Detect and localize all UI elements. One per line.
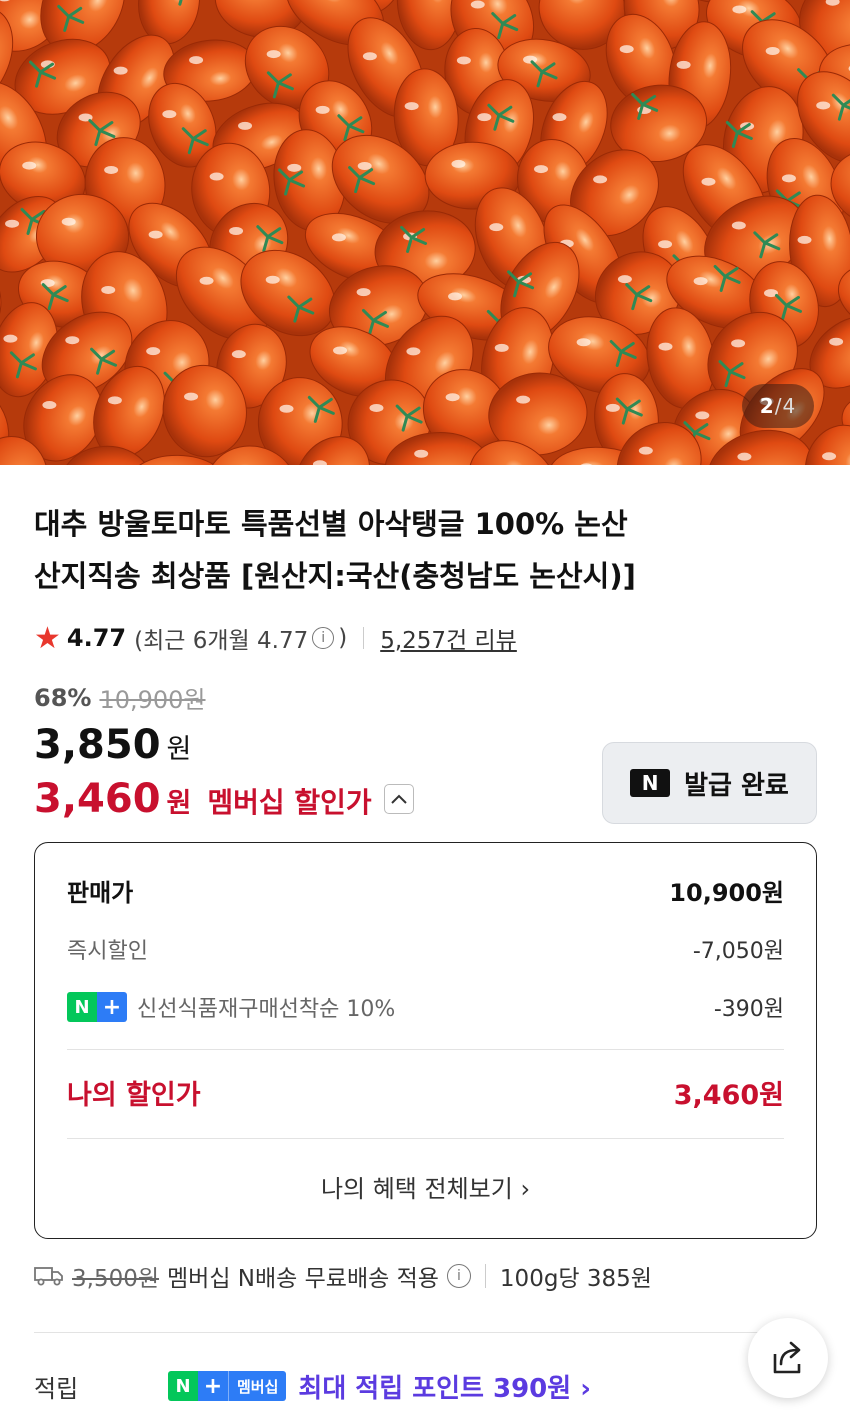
share-button[interactable] xyxy=(748,1318,828,1398)
truck-icon xyxy=(34,1267,63,1286)
breakdown-my-price-value: 3,460원 xyxy=(673,1080,784,1111)
image-counter-total: 4 xyxy=(782,394,797,418)
breakdown-sale-label: 판매가 xyxy=(67,879,134,907)
breakdown-coupon-value: -390원 xyxy=(713,997,784,1022)
discount-percent: 68% xyxy=(34,683,92,712)
breakdown-instant-value: -7,050원 xyxy=(692,939,784,964)
product-title-line2: 산지직송 최상품 [원산지:국산(충청남도 논산시)] xyxy=(34,559,636,593)
product-title-line1: 대추 방울토마토 특품선별 아삭탱글 100% 논산 xyxy=(34,507,628,541)
rating-recent: (최근 6개월 4.77 xyxy=(134,628,309,654)
unit-price: 100g당 385원 xyxy=(499,1266,652,1292)
price-breakdown: 판매가 10,900원 즉시할인 -7,050원 N + 신선식품재구매선착순 … xyxy=(34,842,817,1239)
points-row[interactable]: 적립 N + 멤버십 최대 적립 포인트 390원 › xyxy=(34,1366,734,1406)
sale-price-number: 3,850 xyxy=(34,722,161,768)
shipping-text: 멤버십 N배송 무료배송 적용 xyxy=(167,1266,439,1292)
naver-n-icon: N xyxy=(630,769,671,797)
shipping-original-fee: 3,500원 xyxy=(72,1266,160,1292)
naver-plus-membership-badge: N + 멤버십 xyxy=(168,1371,287,1401)
divider xyxy=(67,1049,784,1050)
rating-score: 4.77 xyxy=(66,624,127,652)
image-counter: 2 / 4 xyxy=(742,384,814,428)
naver-n-icon: N xyxy=(168,1371,198,1401)
original-price: 10,900원 xyxy=(99,686,206,714)
member-price: 3,460 원 멤버십 할인가 xyxy=(34,776,414,822)
shipping-row: 3,500원 멤버십 N배송 무료배송 적용 i 100g당 385원 xyxy=(34,1258,652,1294)
breakdown-coupon-label: 신선식품재구매선착순 10% xyxy=(137,997,396,1022)
rating-recent-close: ) xyxy=(338,625,348,651)
member-price-label: 멤버십 할인가 xyxy=(207,786,372,819)
product-image[interactable]: 2 / 4 xyxy=(0,0,850,465)
divider xyxy=(67,1138,784,1139)
review-count-link[interactable]: 5,257건 리뷰 xyxy=(380,621,517,655)
star-icon: ★ xyxy=(34,620,61,656)
divider xyxy=(34,1332,817,1333)
breakdown-coupon-row: N + 신선식품재구매선착순 10% -390원 xyxy=(67,991,784,1023)
view-all-benefits-link[interactable]: 나의 혜택 전체보기 › xyxy=(35,1169,816,1204)
max-points-link[interactable]: 최대 적립 포인트 390원 › xyxy=(298,1368,591,1405)
breakdown-instant-row: 즉시할인 -7,050원 xyxy=(67,933,784,965)
naver-n-icon: N xyxy=(67,992,97,1022)
divider xyxy=(363,627,365,649)
share-icon xyxy=(773,1341,801,1374)
product-title: 대추 방울토마토 특품선별 아삭탱글 100% 논산 산지직송 최상품 [원산지… xyxy=(34,498,734,602)
breakdown-my-price-row: 나의 할인가 3,460원 xyxy=(67,1073,784,1112)
sale-price: 3,850 원 xyxy=(34,722,191,768)
points-label: 적립 xyxy=(34,1374,79,1403)
breakdown-my-price-label: 나의 할인가 xyxy=(67,1080,201,1111)
info-icon[interactable]: i xyxy=(446,1264,471,1288)
discount-row: 68% 10,900원 xyxy=(34,680,206,715)
breakdown-sale-value: 10,900원 xyxy=(669,879,784,907)
breakdown-sale-row: 판매가 10,900원 xyxy=(67,873,784,908)
coupon-issued-button[interactable]: N 발급 완료 xyxy=(602,742,817,824)
membership-label: 멤버십 xyxy=(228,1371,287,1401)
plus-icon: + xyxy=(198,1371,228,1401)
naver-plus-badge: N + xyxy=(67,992,127,1022)
coupon-issued-label: 발급 완료 xyxy=(684,770,789,801)
divider xyxy=(484,1264,486,1288)
chevron-up-icon[interactable] xyxy=(383,784,414,814)
info-icon[interactable]: i xyxy=(312,627,335,649)
image-counter-separator: / xyxy=(774,394,783,418)
image-counter-current: 2 xyxy=(759,394,775,418)
member-price-number: 3,460 xyxy=(34,776,161,822)
tomato-photo xyxy=(0,0,850,465)
sale-price-unit: 원 xyxy=(166,734,192,765)
plus-icon: + xyxy=(97,992,127,1022)
member-price-unit: 원 xyxy=(166,788,192,819)
rating-row: ★ 4.77 (최근 6개월 4.77 i ) 5,257건 리뷰 xyxy=(34,618,517,658)
breakdown-instant-label: 즉시할인 xyxy=(67,939,148,964)
